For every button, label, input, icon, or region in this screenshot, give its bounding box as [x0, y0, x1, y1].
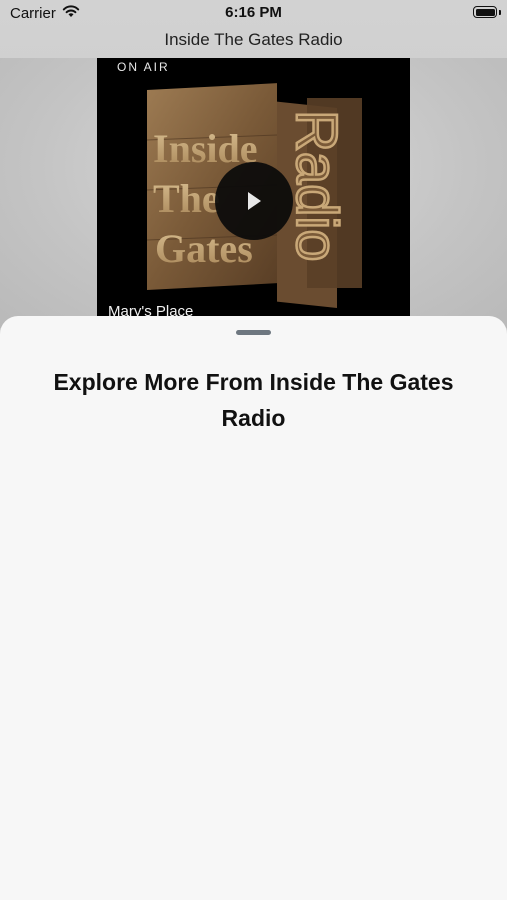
battery-level — [475, 8, 495, 16]
sheet-title: Explore More From Inside The Gates Radio — [53, 369, 454, 431]
logo-word-2: The — [153, 176, 220, 221]
logo-word-4: Radio — [284, 110, 349, 262]
nav-title: Inside The Gates Radio — [164, 30, 343, 49]
play-button[interactable] — [215, 162, 293, 240]
play-icon — [248, 192, 261, 210]
status-bar: Carrier 6:16 PM — [0, 0, 507, 26]
battery-tip — [499, 10, 501, 15]
sheet-grabber[interactable] — [236, 330, 271, 335]
explore-sheet: Explore More From Inside The Gates Radio — [0, 316, 507, 900]
station-artwork: ON AIR Inside The Gates Radio Mary's Pla… — [97, 58, 410, 320]
battery-icon — [473, 6, 497, 18]
status-time: 6:16 PM — [225, 4, 282, 21]
on-air-label: ON AIR — [117, 60, 170, 74]
